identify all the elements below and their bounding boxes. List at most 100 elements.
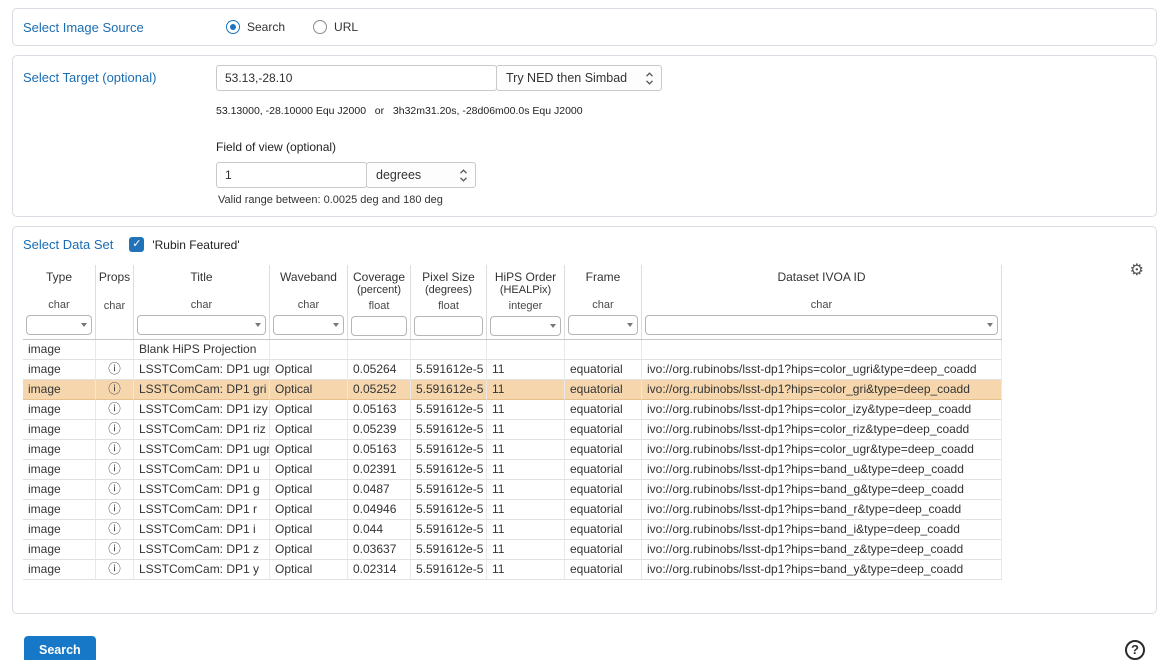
cell-ivoa_id: ivo://org.rubinobs/lsst-dp1?hips=band_z&…: [642, 540, 1002, 560]
info-icon[interactable]: ⓘ: [108, 362, 121, 376]
column-header-pixel_size[interactable]: Pixel Size(degrees)float: [411, 265, 487, 339]
info-icon[interactable]: ⓘ: [108, 382, 121, 396]
table-row[interactable]: imageⓘLSSTComCam: DP1 zOptical0.036375.5…: [23, 540, 1002, 560]
cell-waveband: Optical: [270, 500, 348, 520]
table-row[interactable]: imageⓘLSSTComCam: DP1 rOptical0.049465.5…: [23, 500, 1002, 520]
info-icon[interactable]: ⓘ: [108, 562, 121, 576]
cell-title: LSSTComCam: DP1 y: [134, 560, 270, 580]
fov-valid-range-hint: Valid range between: 0.0025 deg and 180 …: [216, 194, 443, 206]
column-filter-title[interactable]: [137, 315, 266, 335]
column-filter-input-frame[interactable]: [568, 315, 638, 335]
table-row[interactable]: imageⓘLSSTComCam: DP1 izyOptical0.051635…: [23, 400, 1002, 420]
cell-props: ⓘ: [96, 520, 134, 540]
radio-option-url[interactable]: URL: [313, 20, 358, 34]
cell-frame: equatorial: [565, 440, 642, 460]
column-filter-input-waveband[interactable]: [273, 315, 344, 335]
column-filter-waveband[interactable]: [273, 315, 344, 335]
cell-ivoa_id: ivo://org.rubinobs/lsst-dp1?hips=color_r…: [642, 420, 1002, 440]
column-header-type[interactable]: Typechar: [23, 265, 96, 339]
rubin-featured-checkbox[interactable]: ✓: [129, 237, 144, 252]
column-filter-input-type[interactable]: [26, 315, 92, 335]
image-source-panel: Select Image Source Search URL: [12, 8, 1157, 46]
info-icon[interactable]: ⓘ: [108, 462, 121, 476]
column-filter-frame[interactable]: [568, 315, 638, 335]
cell-coverage: 0.05252: [348, 380, 411, 400]
cell-title: LSSTComCam: DP1 riz: [134, 420, 270, 440]
cell-props: ⓘ: [96, 420, 134, 440]
table-row[interactable]: imageⓘLSSTComCam: DP1 griOptical0.052525…: [23, 380, 1002, 400]
info-icon[interactable]: ⓘ: [108, 402, 121, 416]
fov-input[interactable]: [216, 162, 367, 188]
column-filter-input-coverage[interactable]: [351, 316, 407, 336]
cell-type: image: [23, 540, 96, 560]
column-filter-input-pixel_size[interactable]: [414, 316, 483, 336]
table-row[interactable]: imageⓘLSSTComCam: DP1 yOptical0.023145.5…: [23, 560, 1002, 580]
table-row[interactable]: imageⓘLSSTComCam: DP1 rizOptical0.052395…: [23, 420, 1002, 440]
info-icon[interactable]: ⓘ: [108, 542, 121, 556]
cell-props: ⓘ: [96, 460, 134, 480]
column-filter-input-hips_order[interactable]: [490, 316, 561, 336]
cell-coverage: 0.02314: [348, 560, 411, 580]
resolver-select[interactable]: Try NED then Simbad: [496, 65, 662, 91]
info-icon[interactable]: ⓘ: [108, 502, 121, 516]
column-header-title[interactable]: Titlechar: [134, 265, 270, 339]
dataset-label: Select Data Set: [23, 237, 113, 252]
cell-type: image: [23, 460, 96, 480]
info-icon[interactable]: ⓘ: [108, 442, 121, 456]
column-filter-ivoa_id[interactable]: [645, 315, 998, 335]
column-header-frame[interactable]: Framechar: [565, 265, 642, 339]
table-row[interactable]: imageⓘLSSTComCam: DP1 ugrOptical0.051635…: [23, 440, 1002, 460]
target-input[interactable]: [216, 65, 497, 91]
column-filter-input-title[interactable]: [137, 315, 266, 335]
column-header-waveband[interactable]: Waveband char: [270, 265, 348, 339]
cell-type: image: [23, 360, 96, 380]
fov-unit-select[interactable]: degrees: [366, 162, 476, 188]
column-filter-pixel_size[interactable]: [414, 316, 483, 336]
settings-gear-icon[interactable]: ⚙: [1130, 263, 1144, 279]
info-icon[interactable]: ⓘ: [108, 522, 121, 536]
cell-title: LSSTComCam: DP1 gri: [134, 380, 270, 400]
column-name: Waveband: [280, 270, 337, 284]
cell-waveband: Optical: [270, 540, 348, 560]
column-filter-hips_order[interactable]: [490, 316, 561, 336]
column-header-coverage[interactable]: Coverage(percent)float: [348, 265, 411, 339]
table-row[interactable]: imageⓘLSSTComCam: DP1 ugriOptical0.05264…: [23, 360, 1002, 380]
column-dtype: char: [298, 298, 319, 312]
search-button[interactable]: Search: [24, 636, 96, 660]
target-row: Try NED then Simbad: [216, 65, 662, 91]
cell-frame: equatorial: [565, 560, 642, 580]
cell-waveband: Optical: [270, 460, 348, 480]
cell-pixel_size: 5.591612e-5: [411, 380, 487, 400]
cell-ivoa_id: ivo://org.rubinobs/lsst-dp1?hips=band_y&…: [642, 560, 1002, 580]
help-icon[interactable]: ?: [1125, 640, 1145, 660]
cell-hips_order: 11: [487, 520, 565, 540]
cell-ivoa_id: ivo://org.rubinobs/lsst-dp1?hips=color_i…: [642, 400, 1002, 420]
column-filter-input-ivoa_id[interactable]: [645, 315, 998, 335]
column-header-props[interactable]: Propschar: [96, 265, 134, 339]
column-header-ivoa_id[interactable]: Dataset IVOA IDchar: [642, 265, 1002, 339]
cell-pixel_size: 5.591612e-5: [411, 560, 487, 580]
cell-coverage: 0.02391: [348, 460, 411, 480]
cell-pixel_size: 5.591612e-5: [411, 520, 487, 540]
cell-title: Blank HiPS Projection: [134, 340, 270, 360]
cell-hips_order: 11: [487, 440, 565, 460]
fov-label: Field of view (optional): [216, 140, 336, 154]
column-dtype: float: [369, 299, 390, 313]
column-filter-type[interactable]: [26, 315, 92, 335]
table-row[interactable]: imageⓘLSSTComCam: DP1 gOptical0.04875.59…: [23, 480, 1002, 500]
cell-type: image: [23, 500, 96, 520]
cell-waveband: Optical: [270, 380, 348, 400]
info-icon[interactable]: ⓘ: [108, 482, 121, 496]
cell-pixel_size: [411, 340, 487, 360]
table-row[interactable]: imageⓘLSSTComCam: DP1 iOptical0.0445.591…: [23, 520, 1002, 540]
table-row[interactable]: imageⓘLSSTComCam: DP1 uOptical0.023915.5…: [23, 460, 1002, 480]
column-header-hips_order[interactable]: HiPS Order(HEALPix)integer: [487, 265, 565, 339]
cell-pixel_size: 5.591612e-5: [411, 440, 487, 460]
info-icon[interactable]: ⓘ: [108, 422, 121, 436]
column-filter-coverage[interactable]: [351, 316, 407, 336]
cell-title: LSSTComCam: DP1 g: [134, 480, 270, 500]
column-name: Pixel Size: [422, 270, 475, 284]
footer: Search ?: [12, 623, 1157, 660]
radio-option-search[interactable]: Search: [226, 20, 285, 34]
table-row[interactable]: imageBlank HiPS Projection: [23, 340, 1002, 360]
